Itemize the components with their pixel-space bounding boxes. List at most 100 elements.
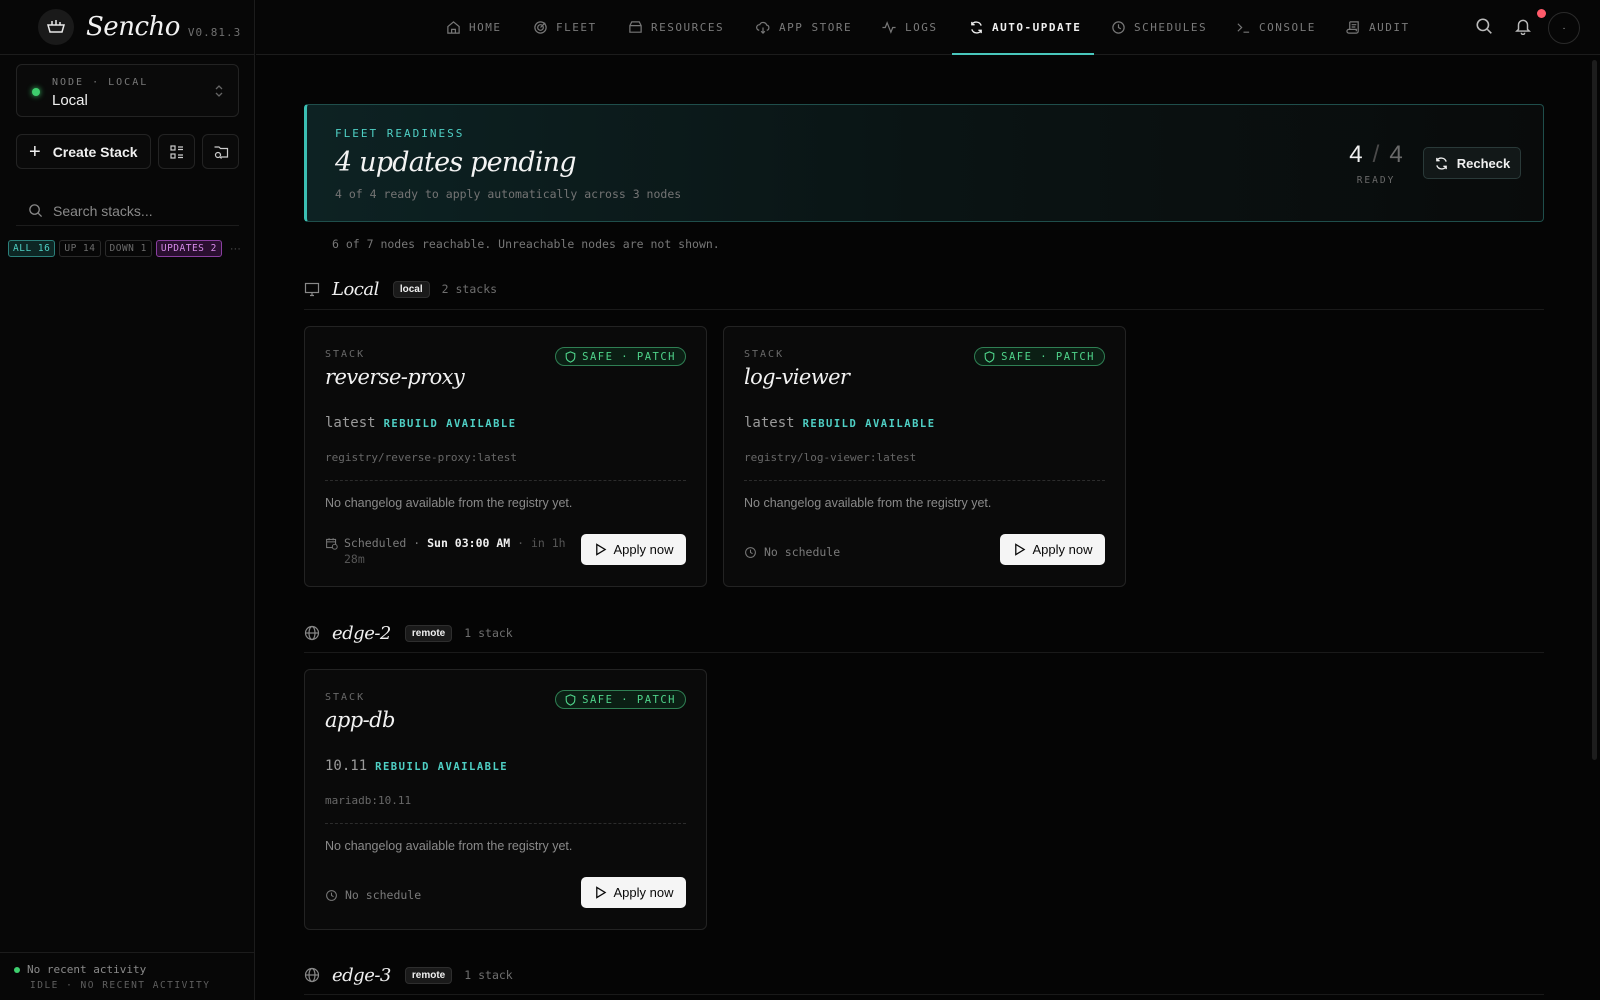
- clock-icon: [745, 546, 756, 558]
- nav-audit[interactable]: AUDIT: [1346, 0, 1410, 55]
- global-search-button[interactable]: [1475, 17, 1493, 35]
- ready-count: 4/4: [1349, 141, 1403, 168]
- group-count: 2 stacks: [441, 282, 498, 296]
- hero-kicker: FLEET READINESS: [335, 127, 465, 140]
- image-reference: mariadb:10.11: [325, 794, 412, 807]
- node-name: Local: [52, 92, 88, 109]
- nav-fleet[interactable]: FLEET: [533, 0, 597, 55]
- shield-icon: [565, 350, 576, 363]
- activity-icon: [882, 21, 896, 34]
- create-stack-button[interactable]: + Create Stack: [16, 134, 151, 169]
- divider: [325, 823, 686, 824]
- node-group-header: edge-2 remote 1 stack: [304, 620, 1544, 646]
- filter-down[interactable]: DOWN 1: [104, 240, 152, 257]
- node-status-dot: [32, 88, 40, 96]
- list-icon: [169, 144, 183, 159]
- app-logo-icon[interactable]: [38, 9, 74, 45]
- apply-now-button[interactable]: Apply now: [581, 877, 686, 908]
- update-availability: REBUILD AVAILABLE: [383, 418, 517, 430]
- current-version: latest: [325, 415, 376, 431]
- node-selector[interactable]: NODE · LOCAL Local: [16, 64, 239, 117]
- nav-console[interactable]: CONSOLE: [1236, 0, 1316, 55]
- divider: [325, 480, 686, 481]
- changelog-text: No changelog available from the registry…: [325, 839, 573, 853]
- avatar[interactable]: ·: [1548, 12, 1580, 44]
- recheck-button[interactable]: Recheck: [1423, 147, 1521, 179]
- group-tag: remote: [404, 966, 453, 984]
- apply-now-button[interactable]: Apply now: [581, 534, 686, 565]
- globe-icon: [304, 967, 320, 983]
- nav-logs[interactable]: LOGS: [881, 0, 938, 55]
- stack-card: STACK log-viewer SAFE · PATCH latest REB…: [723, 326, 1126, 587]
- filter-up[interactable]: UP 14: [59, 240, 101, 257]
- node-group-header: Local local 2 stacks: [304, 276, 1544, 302]
- active-tab-indicator: [952, 53, 1094, 55]
- reachability-note: 6 of 7 nodes reachable. Unreachable node…: [332, 237, 720, 251]
- filter-updates[interactable]: UPDATES 2: [155, 240, 222, 257]
- list-view-button[interactable]: [158, 134, 195, 169]
- refresh-icon: [1435, 156, 1447, 170]
- filter-more-button[interactable]: ···: [230, 243, 241, 255]
- notifications-button[interactable]: [1514, 17, 1532, 35]
- resources-icon: [629, 21, 642, 33]
- activity-status: No recent activity IDLE · NO RECENT ACTI…: [0, 952, 255, 1000]
- group-count: 1 stack: [464, 626, 513, 640]
- scrollbar[interactable]: [1592, 60, 1597, 760]
- stack-name: reverse-proxy: [325, 365, 465, 389]
- shield-icon: [984, 350, 995, 363]
- apply-now-button[interactable]: Apply now: [1000, 534, 1105, 565]
- folder-search-button[interactable]: [202, 134, 239, 169]
- nav-resources[interactable]: RESOURCES: [628, 0, 724, 55]
- search-input[interactable]: [53, 202, 233, 219]
- notification-badge: [1537, 9, 1546, 18]
- version-row: 10.11 REBUILD AVAILABLE: [325, 758, 508, 774]
- search-icon: [1476, 18, 1492, 34]
- sidebar: Sencho V0.81.3 NODE · LOCAL Local + Crea…: [0, 0, 255, 1000]
- activity-dot: [14, 966, 20, 973]
- ready-label: READY: [1356, 175, 1396, 186]
- cloud-download-icon: [756, 21, 770, 34]
- version-row: latest REBUILD AVAILABLE: [744, 415, 936, 431]
- card-kicker: STACK: [744, 349, 785, 360]
- terminal-icon: [1237, 23, 1250, 33]
- hero-subtitle: 4 of 4 ready to apply automatically acro…: [335, 187, 682, 201]
- nav-auto-update[interactable]: AUTO-UPDATE: [969, 0, 1081, 55]
- card-kicker: STACK: [325, 349, 366, 360]
- nav-schedules[interactable]: SCHEDULES: [1111, 0, 1207, 55]
- activity-subtext: IDLE · NO RECENT ACTIVITY: [30, 980, 211, 991]
- top-nav: HOME FLEET RESOURCES APP STORE LOGS AUTO…: [256, 0, 1600, 55]
- safe-patch-badge: SAFE · PATCH: [555, 690, 686, 709]
- nav-home[interactable]: HOME: [446, 0, 502, 55]
- version-row: latest REBUILD AVAILABLE: [325, 415, 517, 431]
- stack-name: log-viewer: [744, 365, 850, 389]
- globe-icon: [304, 625, 320, 641]
- update-availability: REBUILD AVAILABLE: [802, 418, 936, 430]
- group-count: 1 stack: [464, 968, 513, 982]
- brand: Sencho V0.81.3: [0, 0, 254, 55]
- activity-text: No recent activity: [27, 963, 147, 976]
- hero-title: 4 updates pending: [335, 147, 577, 178]
- fleet-readiness-panel: FLEET READINESS 4 updates pending 4 of 4…: [304, 104, 1544, 222]
- divider: [304, 652, 1544, 653]
- divider: [304, 309, 1544, 310]
- calendar-clock-icon: [326, 538, 338, 550]
- update-availability: REBUILD AVAILABLE: [375, 761, 509, 773]
- divider: [304, 994, 1544, 995]
- changelog-text: No changelog available from the registry…: [744, 496, 992, 510]
- play-icon: [595, 543, 606, 556]
- card-kicker: STACK: [325, 692, 366, 703]
- stack-search: [16, 196, 239, 226]
- monitor-icon: [304, 282, 320, 297]
- node-group-header: edge-3 remote 1 stack: [304, 962, 1544, 988]
- play-icon: [1014, 543, 1025, 556]
- search-icon: [29, 204, 43, 218]
- shield-icon: [565, 693, 576, 706]
- create-stack-label: Create Stack: [52, 143, 138, 160]
- filter-all[interactable]: ALL 16: [8, 240, 56, 257]
- current-version: latest: [744, 415, 795, 431]
- clock-icon: [326, 889, 337, 901]
- nav-app-store[interactable]: APP STORE: [755, 0, 852, 55]
- image-reference: registry/reverse-proxy:latest: [325, 451, 518, 464]
- stack-filters: ALL 16 UP 14 DOWN 1 UPDATES 2 ···: [8, 240, 241, 257]
- image-reference: registry/log-viewer:latest: [744, 451, 917, 464]
